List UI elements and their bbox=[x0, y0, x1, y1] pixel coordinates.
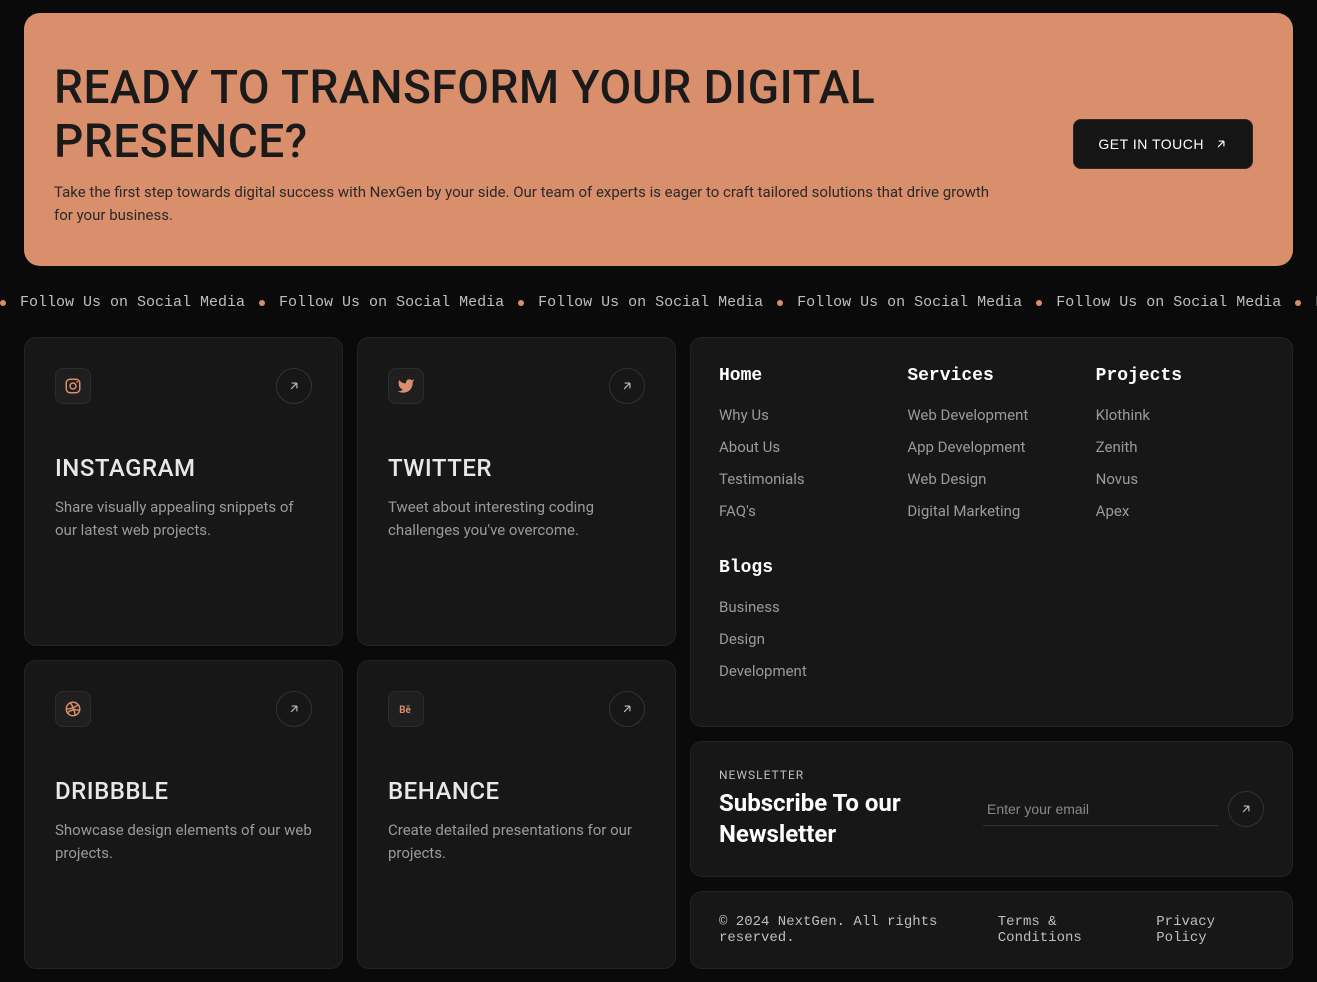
footer-col-projects: Projects Klothink Zenith Novus Apex bbox=[1096, 366, 1264, 534]
right-column: Home Why Us About Us Testimonials FAQ's Servi… bbox=[690, 337, 1293, 969]
cta-title: READY TO TRANSFORM YOUR DIGITAL PRESENCE… bbox=[54, 61, 1033, 169]
marquee-text: Follow Us on Social Media bbox=[1056, 294, 1281, 311]
social-marquee: Follow Us on Social Media Follow Us on So… bbox=[0, 294, 1317, 311]
separator-dot bbox=[518, 300, 524, 306]
footer-link[interactable]: Business bbox=[719, 598, 887, 616]
footer-col-home: Home Why Us About Us Testimonials FAQ's bbox=[719, 366, 887, 534]
social-card-title: TWITTER bbox=[388, 454, 645, 482]
social-card-dribbble: DRIBBBLE Showcase design elements of our… bbox=[24, 660, 343, 969]
open-link-button[interactable] bbox=[276, 691, 312, 727]
arrow-up-right-icon bbox=[1214, 137, 1228, 151]
email-input[interactable] bbox=[983, 793, 1218, 826]
open-link-button[interactable] bbox=[609, 691, 645, 727]
footer-link[interactable]: Design bbox=[719, 630, 887, 648]
footer-heading: Projects bbox=[1096, 366, 1264, 386]
newsletter-form bbox=[983, 791, 1264, 827]
marquee-text: Follow Us on Social Media bbox=[797, 294, 1022, 311]
legal-link[interactable]: Terms & Conditions bbox=[998, 914, 1137, 946]
copyright-text: © 2024 NextGen. All rights reserved. bbox=[719, 914, 998, 946]
social-card-desc: Tweet about interesting coding challenge… bbox=[388, 496, 645, 541]
footer-heading: Services bbox=[907, 366, 1075, 386]
arrow-up-right-icon bbox=[287, 379, 301, 393]
get-in-touch-button[interactable]: GET IN TOUCH bbox=[1073, 119, 1253, 169]
separator-dot bbox=[0, 300, 6, 306]
social-card-desc: Share visually appealing snippets of our… bbox=[55, 496, 312, 541]
legal-bar: © 2024 NextGen. All rights reserved. Ter… bbox=[690, 891, 1293, 969]
subscribe-button[interactable] bbox=[1228, 791, 1264, 827]
footer-link[interactable]: Web Development bbox=[907, 406, 1075, 424]
behance-icon: Bē bbox=[388, 691, 424, 727]
marquee-text: Follow Us on Social Media bbox=[20, 294, 245, 311]
social-card-behance: Bē BEHANCE Create detailed presentations… bbox=[357, 660, 676, 969]
card-top-row bbox=[388, 368, 645, 404]
footer-link[interactable]: Novus bbox=[1096, 470, 1264, 488]
arrow-up-right-icon bbox=[287, 702, 301, 716]
separator-dot bbox=[1295, 300, 1301, 306]
footer-links: Home Why Us About Us Testimonials FAQ's Servi… bbox=[690, 337, 1293, 727]
footer-heading: Blogs bbox=[719, 558, 887, 578]
footer-link[interactable]: Apex bbox=[1096, 502, 1264, 520]
separator-dot bbox=[259, 300, 265, 306]
card-top-row bbox=[55, 691, 312, 727]
legal-link[interactable]: Privacy Policy bbox=[1156, 914, 1264, 946]
footer-grid: INSTAGRAM Share visually appealing snipp… bbox=[24, 337, 1293, 969]
social-card-desc: Showcase design elements of our web proj… bbox=[55, 819, 312, 864]
social-card-instagram: INSTAGRAM Share visually appealing snipp… bbox=[24, 337, 343, 646]
footer-heading: Home bbox=[719, 366, 887, 386]
footer-link[interactable]: FAQ's bbox=[719, 502, 887, 520]
cta-button-label: GET IN TOUCH bbox=[1098, 136, 1204, 152]
footer-link[interactable]: Zenith bbox=[1096, 438, 1264, 456]
instagram-icon bbox=[55, 368, 91, 404]
footer-link[interactable]: About Us bbox=[719, 438, 887, 456]
arrow-up-right-icon bbox=[620, 702, 634, 716]
card-top-row bbox=[55, 368, 312, 404]
footer-link[interactable]: Klothink bbox=[1096, 406, 1264, 424]
newsletter-label: NEWSLETTER bbox=[719, 768, 953, 782]
social-card-twitter: TWITTER Tweet about interesting coding c… bbox=[357, 337, 676, 646]
marquee-text: Follow Us on Social Media bbox=[279, 294, 504, 311]
social-card-desc: Create detailed presentations for our pr… bbox=[388, 819, 645, 864]
dribbble-icon bbox=[55, 691, 91, 727]
twitter-icon bbox=[388, 368, 424, 404]
cta-text: READY TO TRANSFORM YOUR DIGITAL PRESENCE… bbox=[54, 61, 1033, 226]
arrow-up-right-icon bbox=[620, 379, 634, 393]
svg-text:Bē: Bē bbox=[399, 705, 411, 716]
footer-link[interactable]: Why Us bbox=[719, 406, 887, 424]
cta-subtitle: Take the first step towards digital succ… bbox=[54, 181, 1004, 226]
footer-col-blogs: Blogs Business Design Development bbox=[719, 558, 887, 694]
card-top-row: Bē bbox=[388, 691, 645, 727]
social-card-title: DRIBBBLE bbox=[55, 777, 312, 805]
social-card-title: BEHANCE bbox=[388, 777, 645, 805]
newsletter-card: NEWSLETTER Subscribe To our Newsletter bbox=[690, 741, 1293, 877]
footer-link[interactable]: Digital Marketing bbox=[907, 502, 1075, 520]
newsletter-text: NEWSLETTER Subscribe To our Newsletter bbox=[719, 768, 953, 850]
footer-link[interactable]: Development bbox=[719, 662, 887, 680]
cta-banner: READY TO TRANSFORM YOUR DIGITAL PRESENCE… bbox=[24, 13, 1293, 266]
legal-links: Terms & Conditions Privacy Policy bbox=[998, 914, 1264, 946]
newsletter-title: Subscribe To our Newsletter bbox=[719, 788, 953, 850]
open-link-button[interactable] bbox=[609, 368, 645, 404]
arrow-up-right-icon bbox=[1239, 802, 1253, 816]
separator-dot bbox=[1036, 300, 1042, 306]
footer-link[interactable]: App Development bbox=[907, 438, 1075, 456]
footer-link[interactable]: Web Design bbox=[907, 470, 1075, 488]
marquee-text: Follow Us on Social Media bbox=[538, 294, 763, 311]
social-cards-grid: INSTAGRAM Share visually appealing snipp… bbox=[24, 337, 676, 969]
footer-link[interactable]: Testimonials bbox=[719, 470, 887, 488]
social-card-title: INSTAGRAM bbox=[55, 454, 312, 482]
open-link-button[interactable] bbox=[276, 368, 312, 404]
separator-dot bbox=[777, 300, 783, 306]
footer-col-services: Services Web Development App Development We… bbox=[907, 366, 1075, 534]
